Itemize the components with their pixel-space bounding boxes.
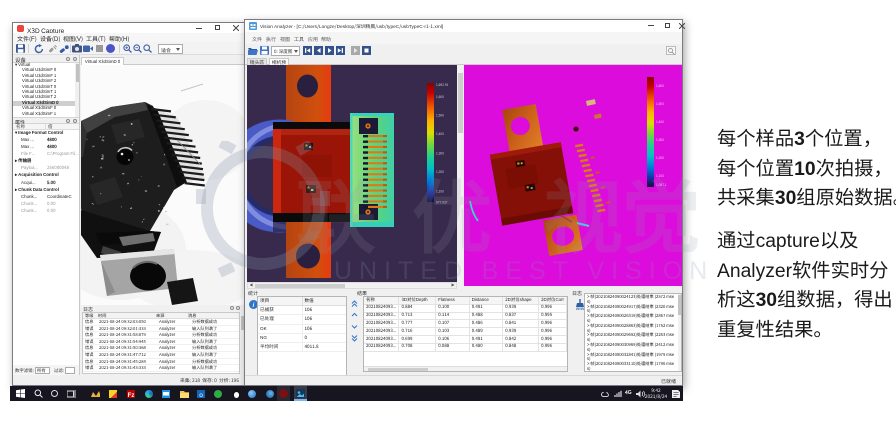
svg-text:1,087.1: 1,087.1 xyxy=(656,183,667,187)
svg-text:1,400: 1,400 xyxy=(656,120,664,124)
svg-text:1,300: 1,300 xyxy=(436,152,444,156)
svg-text:1,600: 1,600 xyxy=(436,95,444,99)
svg-text:1,692.91: 1,692.91 xyxy=(436,83,449,87)
svg-text:1,200: 1,200 xyxy=(436,170,444,174)
svg-text:1,600: 1,600 xyxy=(656,84,664,88)
svg-text:1,100: 1,100 xyxy=(656,174,664,178)
svg-text:977.637: 977.637 xyxy=(436,201,448,205)
svg-text:1,400: 1,400 xyxy=(436,132,444,136)
svg-text:1,500: 1,500 xyxy=(436,114,444,118)
svg-text:1,500: 1,500 xyxy=(656,102,664,106)
svg-text:1,200: 1,200 xyxy=(656,156,664,160)
svg-text:1,100: 1,100 xyxy=(436,190,444,194)
svg-text:1,300: 1,300 xyxy=(656,138,664,142)
